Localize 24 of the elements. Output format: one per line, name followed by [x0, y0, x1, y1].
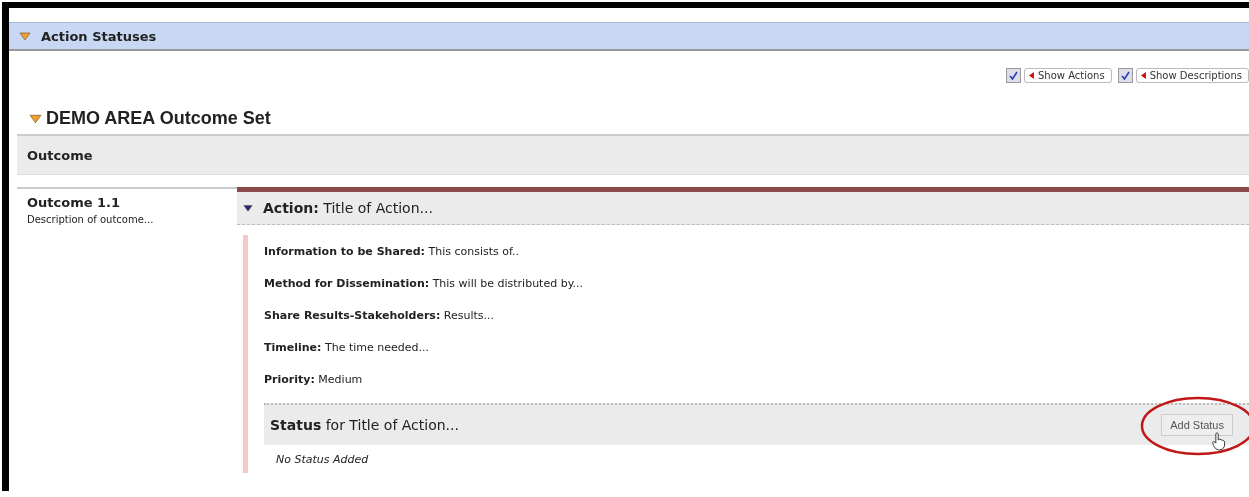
action-title: Action: Title of Action... [263, 200, 433, 216]
toggle-button[interactable]: Show Descriptions [1135, 67, 1249, 83]
field-text: Method for Dissemination: This will be distributed by... [264, 276, 584, 290]
field-text: Timeline: The time needed... [264, 340, 429, 354]
field-text: Information to be Shared: This consists of.. [264, 244, 520, 258]
arrow-icon [1028, 71, 1034, 79]
panel-title: Action Statuses [41, 28, 157, 44]
checkbox[interactable] [1117, 67, 1133, 83]
panel-header[interactable]: Action Statuses [9, 22, 1249, 51]
column-header: Outcome [17, 134, 1249, 175]
outcome-set-title: DEMO AREA Outcome Set [46, 107, 271, 129]
status-title: Status for Title of Action... [270, 417, 459, 433]
toggle-button[interactable]: Show Actions [1023, 67, 1112, 83]
collapse-triangle-icon[interactable] [243, 203, 253, 213]
checkbox[interactable] [1005, 67, 1021, 83]
add-status-button[interactable]: Add Status [1161, 414, 1233, 436]
hand-cursor-icon [1211, 432, 1227, 451]
empty-status-text: No Status Added [275, 452, 370, 468]
action-header[interactable]: Action: Title of Action... [237, 192, 1249, 225]
outcome-description: Description of outcome... [27, 214, 155, 225]
field-text: Share Results-Stakeholders: Results... [264, 308, 494, 322]
field-text: Priority: Medium [264, 372, 363, 386]
outcome-name: Outcome 1.1 [27, 195, 122, 210]
arrow-icon [1140, 71, 1146, 79]
